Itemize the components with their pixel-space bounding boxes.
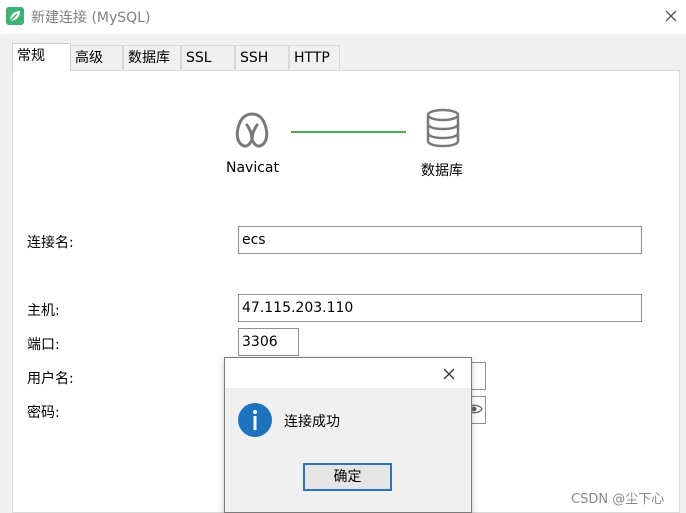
info-icon (237, 402, 273, 438)
host-input[interactable]: 47.115.203.110 (238, 294, 642, 322)
connection-line (291, 131, 406, 133)
database-icon (425, 108, 461, 148)
port-label: 端口: (27, 337, 60, 353)
close-icon[interactable] (660, 5, 682, 27)
window-title: 新建连接 (MySQL) (31, 10, 151, 26)
dialog-message: 连接成功 (284, 414, 340, 430)
tab-database[interactable]: 数据库 (123, 45, 181, 70)
connection-name-label: 连接名: (27, 235, 74, 251)
password-label: 密码: (27, 405, 60, 421)
watermark: CSDN @尘下心 (571, 492, 665, 507)
database-label: 数据库 (421, 163, 463, 179)
host-label: 主机: (27, 303, 60, 319)
navicat-leaf-icon (6, 7, 24, 25)
dialog-close-icon[interactable] (439, 364, 459, 384)
port-input[interactable]: 3306 (238, 328, 299, 356)
tab-http[interactable]: HTTP (289, 45, 340, 70)
connection-name-input[interactable]: ecs (238, 226, 642, 254)
tab-general[interactable]: 常规 (12, 43, 71, 71)
dialog-title-bar (225, 358, 471, 388)
tab-ssh[interactable]: SSH (235, 45, 289, 70)
tab-ssl[interactable]: SSL (181, 45, 235, 70)
tab-advanced[interactable]: 高级 (70, 45, 123, 70)
navicat-icon (232, 110, 272, 150)
username-label: 用户名: (27, 371, 74, 387)
connection-success-dialog: 连接成功 确定 (224, 357, 472, 513)
navicat-label: Navicat (226, 160, 279, 176)
ok-button[interactable]: 确定 (303, 463, 392, 491)
title-bar: 新建连接 (MySQL) (0, 0, 686, 34)
